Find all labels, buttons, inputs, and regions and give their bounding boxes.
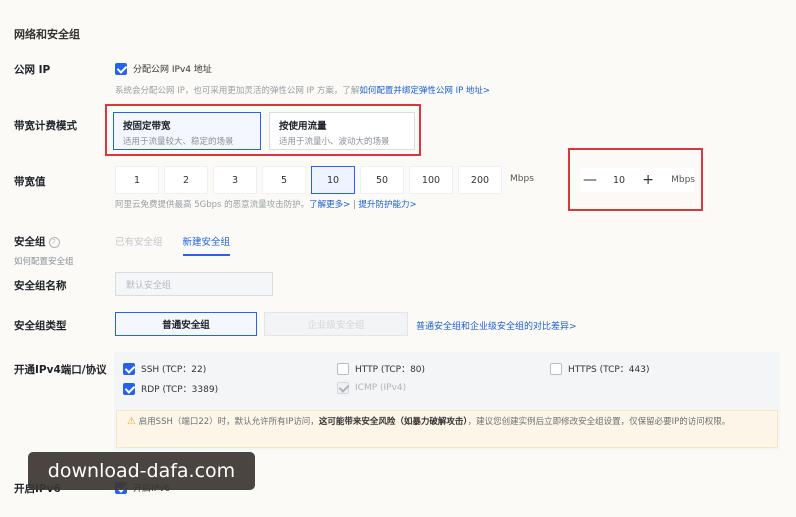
public-ip-checkbox-label: 分配公网 IPv4 地址 [133, 65, 212, 75]
watermark-banner: download-dafa.com [28, 452, 255, 490]
stepper-plus-button[interactable]: + [638, 172, 658, 188]
warning-icon: ⚠ [127, 416, 136, 427]
port-icmp: ICMP (IPv4) [337, 382, 406, 394]
port-ssh-checkbox[interactable] [123, 362, 135, 375]
security-group-label: 安全组? [14, 234, 60, 249]
port-https-checkbox[interactable] [550, 362, 562, 375]
port-https[interactable]: HTTPS (TCP：443) [550, 362, 650, 375]
sg-name-input[interactable]: 默认安全组 [115, 272, 273, 296]
warning-bold: 这可能带来安全风险（如暴力破解攻击） [318, 417, 468, 427]
tab-existing-sg[interactable]: 已有安全组 [115, 234, 163, 256]
security-group-sub-label[interactable]: 如何配置安全组 [14, 255, 74, 267]
public-ip-checkbox[interactable] [115, 62, 127, 75]
bandwidth-options: 1 2 3 5 10 50 100 200 [115, 166, 502, 194]
port-rdp-label: RDP (TCP：3389) [141, 385, 219, 395]
learn-more-link[interactable]: 了解更多> [309, 200, 350, 210]
billing-option-fixed[interactable]: 按固定带宽 适用于流量较大、稳定的场景 [113, 112, 261, 150]
port-icmp-label: ICMP (IPv4) [355, 383, 407, 393]
tab-new-sg[interactable]: 新建安全组 [182, 234, 231, 256]
billing-option-traffic-desc: 适用于流量小、波动大的场景 [279, 137, 390, 147]
stepper-minus-button[interactable]: — [580, 172, 600, 188]
sg-compare-link[interactable]: 普通安全组和企业级安全组的对比差异> [416, 319, 577, 332]
public-ip-hint: 系统会分配公网 IP，也可采用更加灵活的弹性公网 IP 方案，了解如何配置并绑定… [115, 84, 490, 96]
billing-option-fixed-desc: 适用于流量较大、稳定的场景 [123, 137, 234, 147]
security-group-label-text: 安全组 [14, 236, 46, 248]
warning-suffix: ，建议您创建实例后立即修改安全组设置，仅保留必要IP的访问权限。 [467, 417, 731, 427]
port-http-checkbox[interactable] [337, 362, 349, 375]
port-http[interactable]: HTTP (TCP：80) [337, 362, 425, 375]
warning-prefix: 启用SSH（端口22）时，默认允许所有IP访问， [138, 417, 319, 427]
bandwidth-label: 带宽值 [14, 176, 46, 188]
stepper-value[interactable]: 10 [613, 175, 625, 186]
bandwidth-option-50[interactable]: 50 [360, 166, 404, 194]
port-http-label: HTTP (TCP：80) [355, 365, 426, 375]
public-ip-hint-text: 系统会分配公网 IP，也可采用更加灵活的弹性公网 IP 方案，了解 [115, 86, 360, 96]
ports-label: 开通IPv4端口/协议 [14, 364, 107, 376]
improve-protection-link[interactable]: 提升防护能力> [359, 200, 417, 210]
billing-option-traffic-title: 按使用流量 [279, 121, 327, 132]
public-ip-checkbox-row[interactable]: 分配公网 IPv4 地址 [115, 62, 212, 75]
port-ssh-label: SSH (TCP：22) [141, 365, 207, 375]
port-rdp-checkbox[interactable] [123, 382, 135, 395]
billing-mode-label: 带宽计费模式 [14, 120, 77, 132]
bandwidth-option-3[interactable]: 3 [213, 166, 257, 194]
security-group-tabs: 已有安全组 新建安全组 [115, 234, 231, 256]
sg-type-label: 安全组类型 [14, 320, 67, 332]
bandwidth-option-2[interactable]: 2 [164, 166, 208, 194]
bandwidth-stepper: — 10 + Mbps [580, 168, 695, 192]
port-ssh[interactable]: SSH (TCP：22) [123, 362, 206, 375]
port-rdp[interactable]: RDP (TCP：3389) [123, 382, 218, 395]
elastic-ip-link[interactable]: 如何配置并绑定弹性公网 IP 地址> [359, 86, 490, 96]
port-https-label: HTTPS (TCP：443) [568, 365, 650, 375]
sg-name-label: 安全组名称 [14, 280, 67, 292]
port-icmp-checkbox [337, 382, 349, 394]
bandwidth-option-1[interactable]: 1 [115, 166, 159, 194]
bandwidth-option-200[interactable]: 200 [458, 166, 502, 194]
billing-option-traffic[interactable]: 按使用流量 适用于流量小、波动大的场景 [269, 112, 415, 150]
public-ip-label: 公网 IP [14, 64, 51, 76]
sg-type-normal-button[interactable]: 普通安全组 [115, 312, 257, 336]
hint-separator: | [352, 200, 356, 210]
bandwidth-option-10[interactable]: 10 [311, 166, 355, 194]
billing-option-fixed-title: 按固定带宽 [123, 121, 171, 132]
bandwidth-hint-text: 阿里云免费提供最高 5Gbps 的恶意流量攻击防护。 [115, 200, 310, 210]
ssh-warning: ⚠ 启用SSH（端口22）时，默认允许所有IP访问，这可能带来安全风险（如暴力破… [116, 410, 778, 448]
stepper-unit: Mbps [671, 175, 695, 185]
sg-type-enterprise-button[interactable]: 企业级安全组 [264, 312, 408, 336]
section-title: 网络和安全组 [14, 28, 80, 41]
help-icon[interactable]: ? [48, 236, 60, 248]
bandwidth-hint: 阿里云免费提供最高 5Gbps 的恶意流量攻击防护。了解更多> | 提升防护能力… [115, 198, 417, 210]
bandwidth-option-100[interactable]: 100 [409, 166, 453, 194]
bandwidth-unit: Mbps [510, 174, 534, 184]
bandwidth-option-5[interactable]: 5 [262, 166, 306, 194]
